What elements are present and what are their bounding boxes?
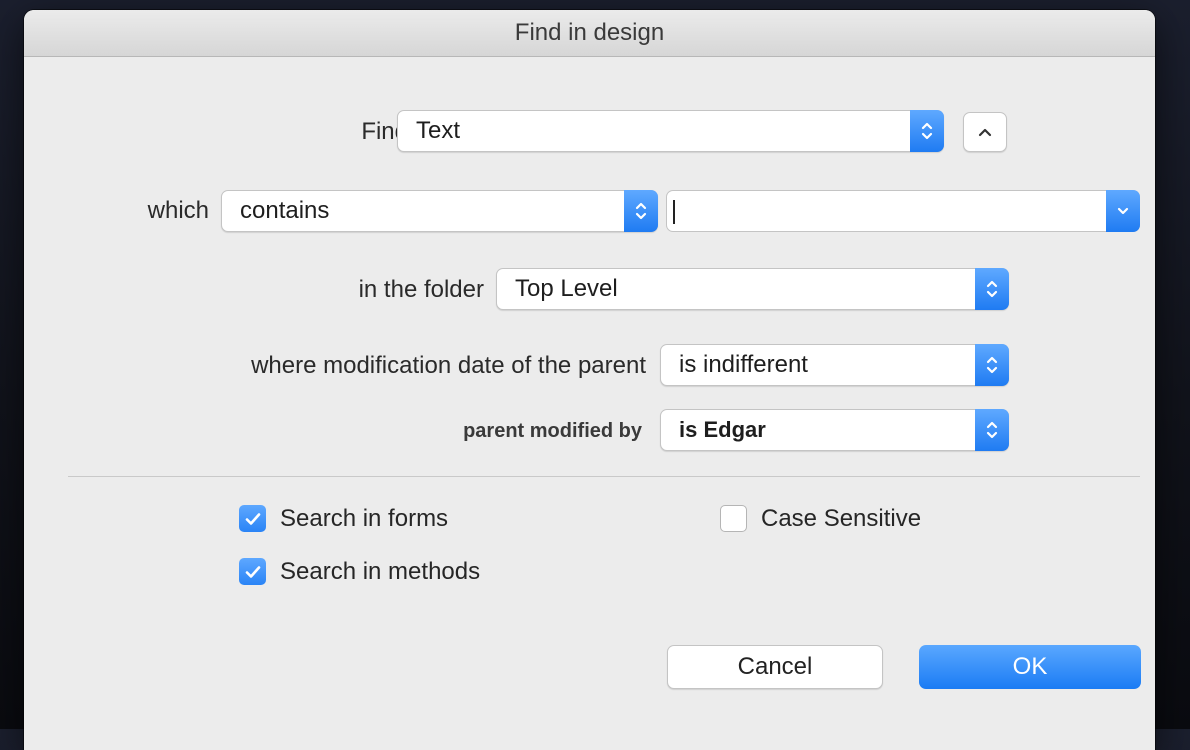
updown-arrows-icon	[975, 344, 1009, 386]
modified-by-value: is Edgar	[679, 417, 766, 442]
find-type-value: Text	[416, 117, 461, 144]
checkmark-icon	[245, 565, 260, 578]
modification-date-value: is indifferent	[679, 351, 808, 378]
folder-value: Top Level	[515, 275, 618, 302]
modified-by-popup[interactable]: is Edgar	[660, 409, 1009, 451]
case-sensitive-label[interactable]: Case Sensitive	[761, 504, 921, 534]
checkmark-icon	[245, 512, 260, 525]
find-dialog: Find in design Find Text which contains …	[24, 10, 1155, 750]
updown-arrows-icon	[975, 409, 1009, 451]
modification-date-popup[interactable]: is indifferent	[660, 344, 1009, 386]
section-divider	[68, 476, 1140, 477]
folder-label: in the folder	[358, 276, 484, 303]
ok-button[interactable]: OK	[919, 645, 1141, 689]
updown-arrows-icon	[975, 268, 1009, 310]
folder-popup[interactable]: Top Level	[496, 268, 1009, 310]
window-title: Find in design	[24, 10, 1155, 57]
search-in-methods-label[interactable]: Search in methods	[280, 557, 480, 587]
search-in-forms-checkbox[interactable]	[239, 505, 266, 532]
updown-arrows-icon	[624, 190, 658, 232]
which-label: which	[147, 197, 209, 224]
chevron-down-icon[interactable]	[1106, 190, 1140, 232]
case-sensitive-checkbox[interactable]	[720, 505, 747, 532]
modified-by-label: parent modified by	[463, 420, 642, 442]
updown-arrows-icon	[910, 110, 944, 152]
modification-date-label: where modification date of the parent	[251, 352, 646, 379]
text-cursor	[673, 200, 675, 224]
which-operator-popup[interactable]: contains	[221, 190, 658, 232]
find-type-popup[interactable]: Text	[397, 110, 944, 152]
cancel-button[interactable]: Cancel	[667, 645, 883, 689]
which-operator-value: contains	[240, 197, 330, 224]
search-value-combobox[interactable]	[666, 190, 1140, 232]
search-in-methods-checkbox[interactable]	[239, 558, 266, 585]
chevron-up-icon	[978, 128, 992, 137]
search-in-forms-label[interactable]: Search in forms	[280, 504, 448, 534]
collapse-criteria-button[interactable]	[963, 112, 1007, 152]
